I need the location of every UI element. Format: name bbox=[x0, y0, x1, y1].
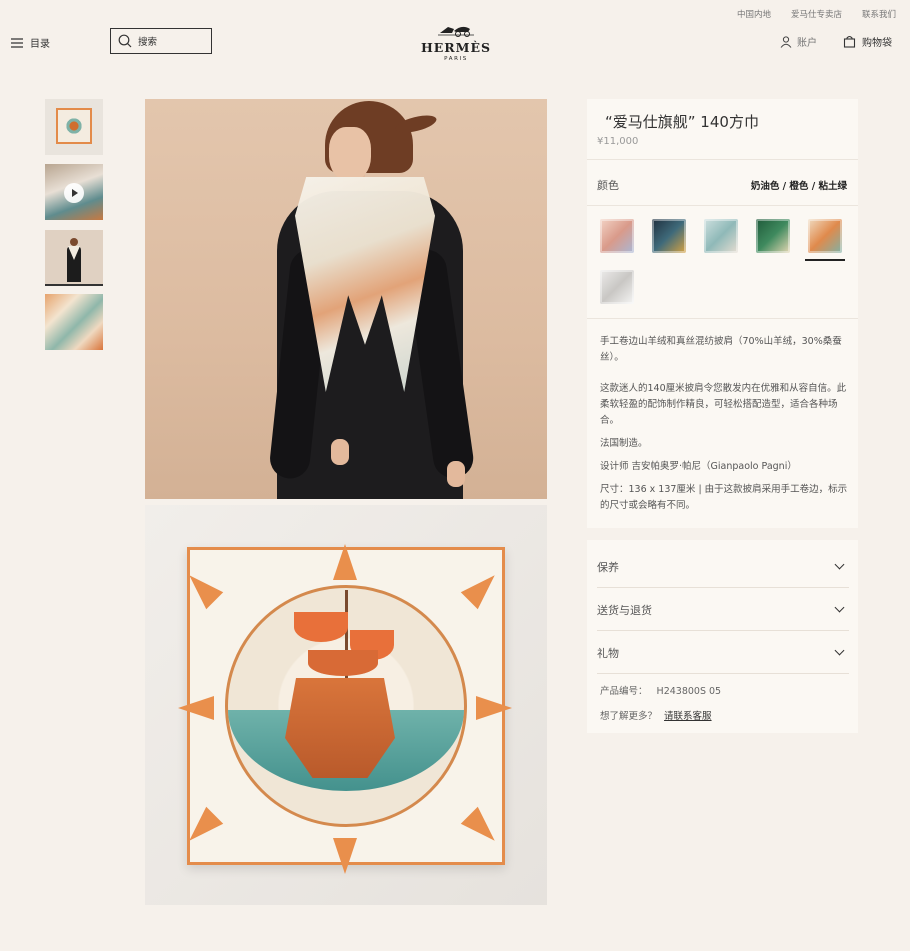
divider bbox=[587, 205, 858, 206]
product-code: 产品编号： H243800S 05 bbox=[600, 683, 721, 697]
color-label: 颜色 bbox=[597, 179, 619, 192]
product-code-label: 产品编号： bbox=[600, 686, 648, 697]
color-swatch-2[interactable] bbox=[649, 216, 689, 256]
search-box[interactable]: 搜索 bbox=[110, 28, 212, 54]
user-icon bbox=[780, 35, 792, 48]
thumbnail-scarf[interactable] bbox=[45, 99, 103, 155]
model-hand-right bbox=[447, 461, 465, 487]
color-value: 奶油色 / 橙色 / 粘土绿 bbox=[750, 181, 847, 192]
product-photo-model bbox=[145, 99, 547, 499]
accordion-care-label: 保养 bbox=[597, 560, 619, 574]
scarf-thumbnail-image bbox=[56, 108, 92, 144]
play-icon bbox=[64, 183, 84, 203]
account-label: 账户 bbox=[797, 38, 817, 49]
divider bbox=[587, 318, 858, 319]
search-placeholder: 搜索 bbox=[138, 37, 158, 48]
ship-sail bbox=[294, 612, 348, 642]
description-designer: 设计师 吉安帕奥罗·帕尼（Gianpaolo Pagni） bbox=[600, 461, 797, 472]
product-info-panel: “爱马仕旗舰” 140方巾 ¥11,000 颜色 奶油色 / 橙色 / 粘土绿 … bbox=[587, 99, 858, 528]
stores-link[interactable]: 爱马仕专卖店 bbox=[791, 8, 842, 20]
product-code-value: H243800S 05 bbox=[656, 686, 722, 697]
product-photo-scarf bbox=[145, 505, 547, 905]
utility-links: 中国内地 爱马仕专卖店 联系我们 bbox=[737, 8, 896, 20]
chevron-down-icon bbox=[834, 559, 845, 570]
product-price: ¥11,000 bbox=[597, 136, 639, 147]
model-thumbnail-image bbox=[67, 238, 81, 282]
accordion-care[interactable]: 保养 bbox=[597, 546, 849, 588]
product-title: “爱马仕旗舰” 140方巾 bbox=[605, 113, 759, 131]
thumbnail-video[interactable] bbox=[45, 164, 103, 220]
ray-ornament bbox=[333, 544, 357, 580]
ray-ornament bbox=[460, 566, 504, 610]
menu-label: 目录 bbox=[30, 39, 50, 50]
brand-logo[interactable]: HERMÈS PARIS bbox=[420, 22, 492, 62]
ship-sail bbox=[308, 650, 378, 676]
region-link[interactable]: 中国内地 bbox=[737, 8, 771, 20]
ray-ornament bbox=[460, 806, 504, 850]
accordion-gift-label: 礼物 bbox=[597, 646, 619, 660]
model-hand-left bbox=[331, 439, 349, 465]
description-size: 尺寸：136 x 137厘米 | 由于这款披肩采用手工卷边，标示的尺寸或会略有不… bbox=[600, 484, 848, 511]
product-details-panel: 保养 送货与退货 礼物 产品编号： H243800S 05 想了解更多？ 请联系… bbox=[587, 540, 858, 733]
color-swatch-4[interactable] bbox=[753, 216, 793, 256]
description-body: 这款迷人的140厘米披肩令您散发内在优雅和从容自信。此柔软轻盈的配饰制作精良，可… bbox=[600, 383, 847, 426]
color-swatch-6[interactable] bbox=[597, 267, 637, 307]
accordion-shipping-label: 送货与退货 bbox=[597, 603, 652, 617]
color-swatch-3[interactable] bbox=[701, 216, 741, 256]
divider bbox=[587, 159, 858, 160]
chevron-down-icon bbox=[834, 602, 845, 613]
brand-name: HERMÈS bbox=[420, 40, 492, 55]
chevron-down-icon bbox=[834, 645, 845, 656]
more-info: 想了解更多？ 请联系客服 bbox=[600, 708, 712, 722]
ray-ornament bbox=[180, 806, 224, 850]
accordion-shipping[interactable]: 送货与退货 bbox=[597, 589, 849, 631]
contact-link[interactable]: 联系我们 bbox=[862, 8, 896, 20]
contact-service-link[interactable]: 请联系客服 bbox=[664, 711, 712, 722]
brand-city: PARIS bbox=[444, 56, 468, 62]
more-info-text: 想了解更多？ bbox=[600, 711, 658, 722]
accordion-gift[interactable]: 礼物 bbox=[597, 632, 849, 674]
account-button[interactable]: 账户 bbox=[780, 34, 817, 49]
carriage-icon bbox=[438, 26, 474, 37]
scarf-illustration bbox=[178, 544, 512, 874]
shopping-bag-icon bbox=[843, 35, 856, 48]
description-material: 手工卷边山羊绒和真丝混纺披肩（70%山羊绒，30%桑蚕丝）。 bbox=[600, 336, 842, 363]
search-icon bbox=[118, 34, 132, 48]
ray-ornament bbox=[333, 838, 357, 874]
thumbnail-model[interactable] bbox=[45, 230, 103, 286]
description-origin: 法国制造。 bbox=[600, 438, 648, 449]
ray-ornament bbox=[476, 696, 512, 720]
menu-button[interactable]: 目录 bbox=[11, 35, 50, 50]
color-swatch-5-selected[interactable] bbox=[805, 216, 845, 261]
color-swatch-1[interactable] bbox=[597, 216, 637, 256]
thumbnail-detail[interactable] bbox=[45, 294, 103, 350]
ray-ornament bbox=[180, 566, 224, 610]
hamburger-icon bbox=[11, 37, 23, 48]
ray-ornament bbox=[178, 696, 214, 720]
bag-label: 购物袋 bbox=[862, 38, 892, 49]
bag-button[interactable]: 购物袋 bbox=[843, 34, 892, 49]
model-face bbox=[329, 127, 371, 181]
